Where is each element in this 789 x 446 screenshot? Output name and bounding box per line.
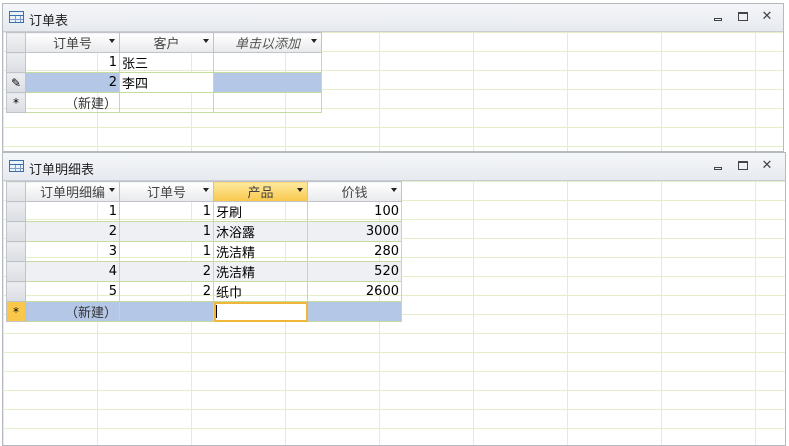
order-id-cell[interactable]: 1 (25, 52, 120, 73)
details-window-title: 订单明细表 (29, 163, 95, 178)
table-row[interactable]: 4 2 洗洁精 520 (6, 261, 402, 282)
order-id-cell[interactable]: 2 (119, 281, 214, 302)
order-details-window: 订单明细表 ✕ 订单明细编 订单号 产品 价钱 1 1 牙刷 100 2 1 沐… (2, 152, 786, 446)
row-selector[interactable] (6, 221, 26, 242)
row-selector[interactable]: ✎ (6, 72, 26, 93)
row-selector[interactable]: * (6, 301, 26, 322)
detail-id-cell[interactable]: 5 (25, 281, 120, 302)
column-header-order-id[interactable]: 订单号 (119, 181, 214, 202)
order-id-cell[interactable]: 2 (25, 72, 120, 93)
orders-header-row: 订单号 客户 单击以添加 (6, 32, 322, 53)
order-id-cell[interactable]: 1 (119, 221, 214, 242)
detail-id-cell[interactable]: 1 (25, 201, 120, 222)
product-cell[interactable]: 洗洁精 (213, 261, 308, 282)
dropdown-arrow-icon[interactable] (203, 39, 209, 43)
price-cell[interactable]: 2600 (307, 281, 402, 302)
text-caret (216, 305, 217, 318)
minimize-icon[interactable] (711, 11, 725, 23)
table-row[interactable]: 5 2 纸巾 2600 (6, 281, 402, 302)
dropdown-arrow-icon[interactable] (109, 188, 115, 192)
detail-id-cell[interactable]: 4 (25, 261, 120, 282)
table-row[interactable]: ✎ 2 李四 (6, 72, 322, 93)
maximize-icon[interactable] (736, 11, 750, 23)
close-icon[interactable]: ✕ (760, 159, 774, 172)
row-selector[interactable] (6, 261, 26, 282)
customer-cell[interactable]: 李四 (119, 72, 214, 93)
price-cell[interactable]: 520 (307, 261, 402, 282)
table-row[interactable]: 2 1 沐浴露 3000 (6, 221, 402, 242)
new-record-cell[interactable]: （新建） (25, 92, 120, 113)
details-window-titlebar[interactable]: 订单明细表 ✕ (3, 153, 785, 181)
empty-cell[interactable] (119, 301, 214, 322)
select-all-corner[interactable] (6, 32, 26, 53)
product-cell[interactable]: 纸巾 (213, 281, 308, 302)
row-selector[interactable] (6, 52, 26, 73)
empty-cell[interactable] (213, 92, 322, 113)
orders-table: 订单号 客户 单击以添加 1 张三 ✎ 2 李四 * （新建） (6, 32, 322, 113)
orders-window: 订单表 ✕ 订单号 客户 单击以添加 1 张三 ✎ 2 李四 * （新建） (2, 3, 784, 152)
empty-cell[interactable] (119, 92, 214, 113)
table-row[interactable]: 3 1 洗洁精 280 (6, 241, 402, 262)
maximize-icon[interactable] (736, 160, 750, 172)
order-id-cell[interactable]: 2 (119, 261, 214, 282)
empty-cell[interactable] (213, 52, 322, 73)
price-cell[interactable]: 280 (307, 241, 402, 262)
row-selector[interactable] (6, 241, 26, 262)
table-row[interactable]: 1 1 牙刷 100 (6, 201, 402, 222)
customer-cell[interactable]: 张三 (119, 52, 214, 73)
empty-cell[interactable] (213, 72, 322, 93)
details-table: 订单明细编 订单号 产品 价钱 1 1 牙刷 100 2 1 沐浴露 3000 (6, 181, 402, 322)
row-selector[interactable] (6, 201, 26, 222)
table-row[interactable]: 1 张三 (6, 52, 322, 73)
column-header-price[interactable]: 价钱 (307, 181, 402, 202)
orders-window-title: 订单表 (29, 14, 69, 29)
select-all-corner[interactable] (6, 181, 26, 202)
close-icon[interactable]: ✕ (760, 10, 774, 23)
price-cell[interactable]: 100 (307, 201, 402, 222)
empty-cell[interactable] (307, 301, 402, 322)
column-header-order-id[interactable]: 订单号 (25, 32, 120, 53)
table-icon (9, 160, 24, 172)
price-cell[interactable]: 3000 (307, 221, 402, 242)
column-header-detail-id[interactable]: 订单明细编 (25, 181, 120, 202)
active-edit-cell[interactable] (213, 301, 308, 322)
order-id-cell[interactable]: 1 (119, 201, 214, 222)
detail-id-cell[interactable]: 2 (25, 221, 120, 242)
table-icon (9, 11, 24, 23)
orders-datasheet: 订单号 客户 单击以添加 1 张三 ✎ 2 李四 * （新建） (3, 32, 783, 151)
product-cell[interactable]: 牙刷 (213, 201, 308, 222)
column-header-add-field[interactable]: 单击以添加 (213, 32, 322, 53)
order-id-cell[interactable]: 1 (119, 241, 214, 262)
dropdown-arrow-icon[interactable] (311, 39, 317, 43)
new-record-cell[interactable]: （新建） (25, 301, 120, 322)
new-record-icon: * (13, 95, 19, 110)
new-record-row[interactable]: * （新建） (6, 92, 322, 113)
row-selector[interactable] (6, 281, 26, 302)
dropdown-arrow-icon[interactable] (109, 39, 115, 43)
row-selector[interactable]: * (6, 92, 26, 113)
details-header-row: 订单明细编 订单号 产品 价钱 (6, 181, 402, 202)
product-cell[interactable]: 沐浴露 (213, 221, 308, 242)
minimize-icon[interactable] (711, 160, 725, 172)
column-header-product[interactable]: 产品 (213, 181, 308, 202)
pencil-icon: ✎ (10, 75, 22, 90)
new-record-row[interactable]: * （新建） (6, 301, 402, 322)
column-header-customer[interactable]: 客户 (119, 32, 214, 53)
details-datasheet: 订单明细编 订单号 产品 价钱 1 1 牙刷 100 2 1 沐浴露 3000 (3, 181, 785, 445)
detail-id-cell[interactable]: 3 (25, 241, 120, 262)
dropdown-arrow-icon[interactable] (391, 188, 397, 192)
dropdown-arrow-icon[interactable] (297, 188, 303, 192)
product-cell[interactable]: 洗洁精 (213, 241, 308, 262)
orders-window-titlebar[interactable]: 订单表 ✕ (3, 4, 783, 32)
new-record-icon: * (13, 304, 19, 319)
dropdown-arrow-icon[interactable] (203, 188, 209, 192)
